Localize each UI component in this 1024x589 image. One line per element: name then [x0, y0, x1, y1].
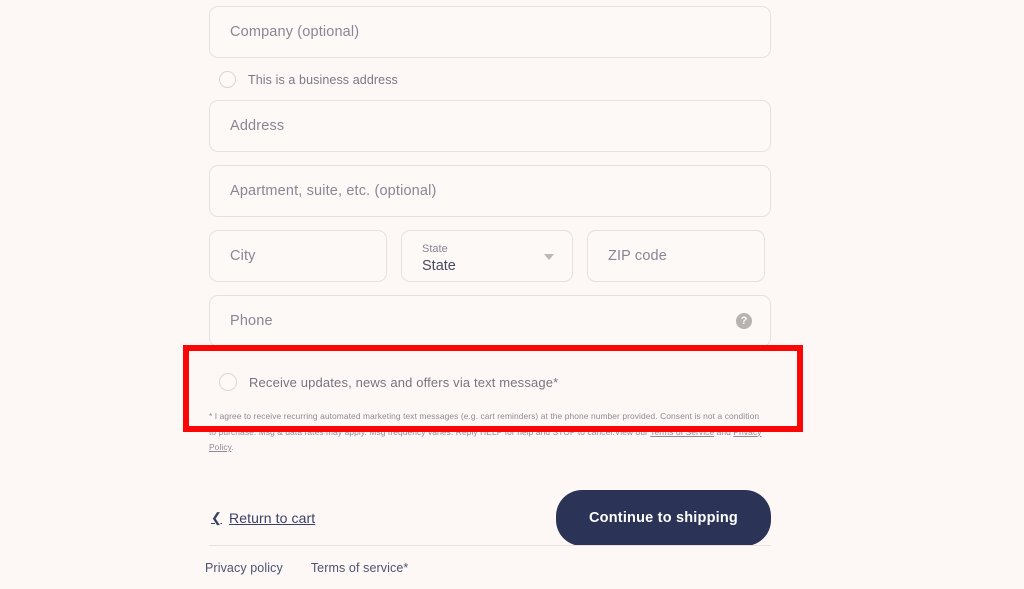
state-float-label: State	[422, 243, 448, 256]
zip-placeholder: ZIP code	[608, 248, 667, 264]
sms-consent-block: Receive updates, news and offers via tex…	[209, 361, 771, 460]
state-selected-value: State	[422, 258, 456, 275]
company-field[interactable]: Company (optional)	[209, 6, 771, 58]
fine-print-period: .	[231, 442, 234, 453]
business-address-label: This is a business address	[248, 72, 398, 87]
apartment-field[interactable]: Apartment, suite, etc. (optional)	[209, 165, 771, 217]
footer-privacy-policy-link[interactable]: Privacy policy	[205, 561, 283, 575]
business-address-option[interactable]: This is a business address	[219, 71, 771, 88]
phone-placeholder: Phone	[230, 313, 273, 329]
address-field[interactable]: Address	[209, 100, 771, 152]
state-column: State State	[401, 230, 573, 282]
phone-field[interactable]: Phone ?	[209, 295, 771, 347]
chevron-down-icon[interactable]	[544, 254, 554, 260]
city-field[interactable]: City	[209, 230, 387, 282]
terms-of-service-link[interactable]: Terms of Service	[650, 427, 714, 437]
city-column: City	[209, 230, 387, 282]
address-placeholder: Address	[230, 118, 285, 134]
sms-consent-fine-print: * I agree to receive recurring automated…	[209, 409, 765, 456]
zip-column: ZIP code	[587, 230, 765, 282]
form-actions: ❮ Return to cart Continue to shipping	[209, 489, 771, 546]
apartment-placeholder: Apartment, suite, etc. (optional)	[230, 183, 437, 199]
sms-consent-radio[interactable]	[219, 373, 237, 391]
help-circle-icon[interactable]: ?	[736, 313, 752, 329]
footer-terms-of-service-link[interactable]: Terms of service*	[311, 561, 409, 575]
return-to-cart-link[interactable]: ❮ Return to cart	[209, 510, 315, 526]
city-state-zip-row: City State State ZIP code	[209, 230, 771, 282]
sms-consent-option[interactable]: Receive updates, news and offers via tex…	[219, 373, 765, 391]
footer-divider	[209, 545, 771, 546]
business-address-radio[interactable]	[219, 71, 236, 88]
continue-to-shipping-button[interactable]: Continue to shipping	[556, 489, 771, 546]
state-select[interactable]: State State	[401, 230, 573, 282]
chevron-left-icon: ❮	[211, 510, 222, 526]
footer-links: Privacy policy Terms of service*	[205, 561, 408, 575]
checkout-shipping-form: Company (optional) This is a business ad…	[209, 0, 771, 546]
city-placeholder: City	[230, 248, 256, 264]
fine-print-conjunction: and	[714, 426, 734, 437]
sms-consent-label: Receive updates, news and offers via tex…	[249, 374, 559, 390]
zip-field[interactable]: ZIP code	[587, 230, 765, 282]
company-placeholder: Company (optional)	[230, 24, 360, 40]
return-to-cart-label: Return to cart	[229, 509, 316, 526]
